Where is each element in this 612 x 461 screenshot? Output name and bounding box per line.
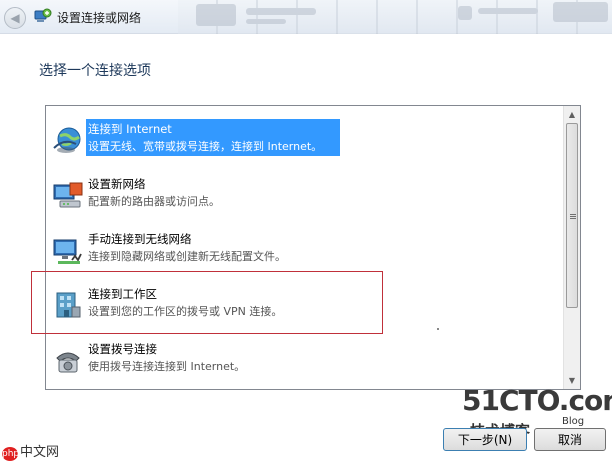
option-setup-new-network[interactable]: 设置新网络 配置新的路由器或访问点。 <box>46 173 562 223</box>
cancel-button[interactable]: 取消 <box>534 428 606 451</box>
globe-icon <box>53 127 81 153</box>
page-heading: 选择一个连接选项 <box>39 63 151 79</box>
connection-options-list[interactable]: 连接到 Internet 设置无线、宽带或拨号连接，连接到 Internet。 … <box>45 105 581 390</box>
watermark-51cto: 51CTO.com <box>462 384 612 417</box>
back-button[interactable]: ◀ <box>4 7 26 29</box>
option-title: 连接到 Internet <box>88 122 172 136</box>
network-setup-icon <box>34 8 52 22</box>
title-bar-background <box>178 0 612 34</box>
option-title: 设置新网络 <box>88 177 146 191</box>
option-connect-internet[interactable]: 连接到 Internet 设置无线、宽带或拨号连接，连接到 Internet。 <box>46 118 562 168</box>
list-scrollbar[interactable]: ▲ ▼ <box>563 106 580 389</box>
wireless-network-icon <box>53 239 82 264</box>
option-description: 配置新的路由器或访问点。 <box>88 195 220 208</box>
window-title: 设置连接或网络 <box>57 11 142 25</box>
scroll-up-arrow-icon[interactable]: ▲ <box>564 106 580 123</box>
telephone-icon <box>56 352 80 373</box>
option-title: 手动连接到无线网络 <box>88 232 192 246</box>
scroll-thumb[interactable] <box>566 123 578 308</box>
option-setup-dialup[interactable]: 设置拨号连接 使用拨号连接连接到 Internet。 <box>46 338 562 388</box>
option-description: 连接到隐藏网络或创建新无线配置文件。 <box>88 250 286 263</box>
router-icon <box>53 182 83 208</box>
next-button[interactable]: 下一步(N) <box>443 428 527 451</box>
option-description: 设置无线、宽带或拨号连接，连接到 Internet。 <box>88 140 323 153</box>
title-bar: ◀ 设置连接或网络 <box>0 0 612 34</box>
php-badge-icon: php <box>2 447 20 461</box>
watermark-php-cn: php中文网 <box>2 445 60 461</box>
back-arrow-icon: ◀ <box>10 11 20 25</box>
option-description: 使用拨号连接连接到 Internet。 <box>88 360 246 373</box>
option-title: 设置拨号连接 <box>88 342 157 356</box>
annotation-highlight-box <box>31 271 383 334</box>
watermark-blog: Blog <box>562 416 585 427</box>
stray-dot <box>437 328 439 330</box>
